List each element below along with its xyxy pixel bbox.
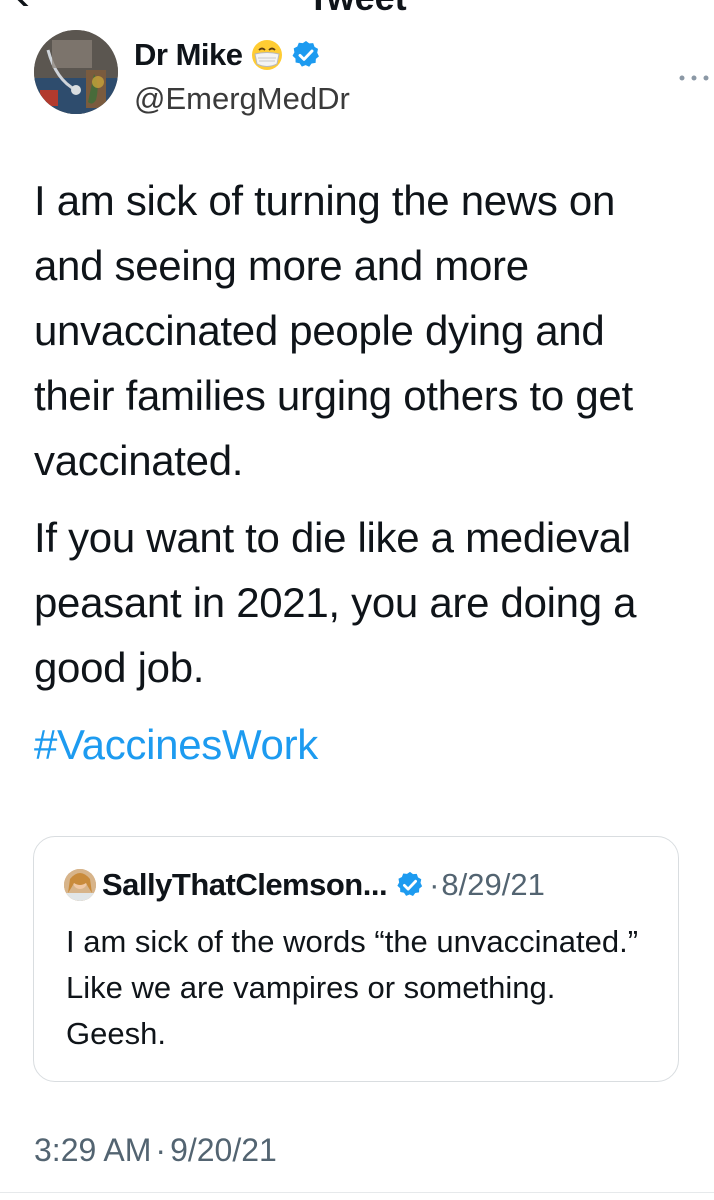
tweet-paragraph: If you want to die like a medieval peasa…: [34, 514, 637, 691]
author-name[interactable]: Dr Mike: [134, 36, 243, 74]
quoted-author-name: SallyThatClemson...: [102, 867, 388, 902]
back-arrow-icon[interactable]: [14, 0, 44, 6]
hashtag-link[interactable]: #VaccinesWork: [34, 712, 684, 777]
quoted-tweet[interactable]: SallyThatClemson... · 8/29/21 I am sick …: [33, 836, 679, 1082]
quoted-tweet-text: I am sick of the words “the unvaccinated…: [66, 924, 639, 1051]
verified-badge-icon: [293, 41, 320, 67]
quoted-tweet-date: 8/29/21: [441, 867, 545, 902]
tweet-timestamp[interactable]: 3:29 AM · 9/20/21: [34, 1130, 277, 1170]
tweet-date: 9/20/21: [170, 1132, 277, 1168]
author-handle[interactable]: @EmergMedDr: [134, 80, 350, 118]
quoted-author-avatar: [64, 869, 96, 901]
page-title: Tweet: [0, 0, 714, 18]
separator-dot: ·: [429, 867, 440, 902]
tweet-author: Dr Mike @EmergMedDr: [34, 30, 709, 130]
divider: [0, 1192, 714, 1193]
more-options-icon[interactable]: [674, 68, 714, 88]
face-with-medical-mask-emoji: [252, 40, 283, 70]
separator-dot: ·: [155, 1132, 167, 1168]
tweet-time: 3:29 AM: [34, 1132, 152, 1168]
author-avatar[interactable]: [34, 30, 118, 114]
verified-badge-icon: [397, 871, 423, 896]
tweet-paragraph: I am sick of turning the news on and see…: [34, 177, 633, 484]
tweet-text: I am sick of turning the news on and see…: [34, 168, 684, 777]
